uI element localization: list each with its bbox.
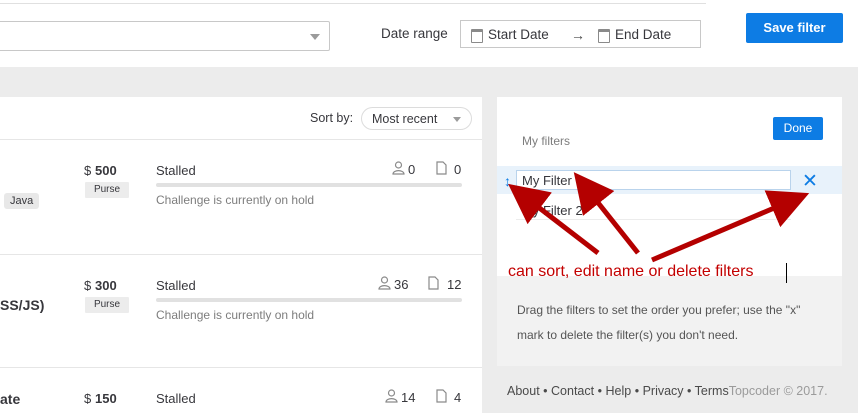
footer-separator: • <box>634 384 640 398</box>
text-cursor <box>786 263 787 283</box>
footer-separator: • <box>687 384 692 398</box>
footer-link-about[interactable]: About <box>507 384 540 398</box>
footer-link-contact[interactable]: Contact <box>551 384 594 398</box>
footer-separator: • <box>597 384 602 398</box>
annotation-arrow <box>508 183 600 255</box>
annotation-arrow <box>573 172 640 255</box>
annotation-arrow <box>651 190 810 263</box>
copyright-text: Topcoder © 2017. <box>728 384 828 398</box>
footer-separator: • <box>543 384 548 398</box>
annotation-text: can sort, edit name or delete filters <box>508 263 754 280</box>
footer-link-help[interactable]: Help <box>605 384 631 398</box>
footer-link-privacy[interactable]: Privacy <box>643 384 684 398</box>
annotation-arrows <box>508 172 810 263</box>
footer-link-terms[interactable]: Terms <box>695 384 729 398</box>
footer: About • Contact • Help • Privacy • Terms… <box>507 384 828 398</box>
